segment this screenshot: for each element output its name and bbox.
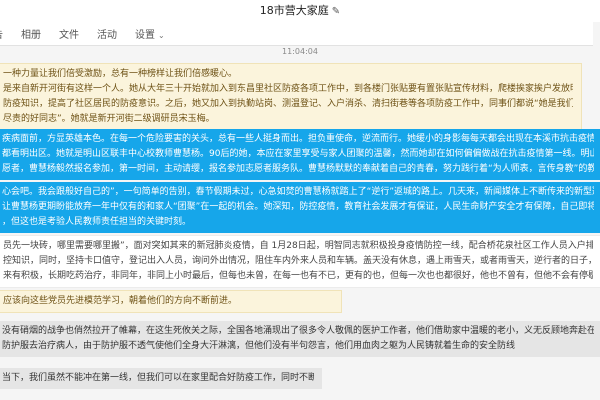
chevron-down-icon: ⌄ [158,31,165,40]
message-line: 愿者，曹慧杨毅然报名参加，第一时间，主动请缨，报名参加志愿者服务队。曹慧杨默默的… [2,164,594,174]
message-bubble[interactable]: 员先一块砖，哪里需要哪里搬”，面对突如其来的新冠肺炎疫情，自 1月28日起，明智… [0,235,600,288]
message-list[interactable]: 11:04:04 一种力量让我们倍受激励，总有一种榜样让我们倍感暖心。 是来自新… [0,46,600,400]
tab-settings[interactable]: 设置 ⌄ [135,26,165,41]
window-titlebar: 18市营大家庭 ✎ [0,0,600,22]
message-line: 一种力量让我们倍受激励，总有一种榜样让我们倍感暖心。 [3,69,238,79]
pencil-icon[interactable]: ✎ [332,6,340,17]
window-title: 18市营大家庭 [259,4,329,17]
message-bubble[interactable]: 一种力量让我们倍受激励，总有一种榜样让我们倍感暖心。 是来自新开河街有这样一个人… [0,63,582,131]
tab-album[interactable]: 相册 [21,26,41,41]
message-line: 控知识，同时，坚持卡口值守，登记出入人员，询问外出情况，阻住车内外来人员和车辆。… [3,256,593,266]
message-line: 当下，我们虽然不能冲在第一线，但我们可以在家里配合好防疫工作，同时不断提升自己 [2,373,314,383]
message-line: 没有硝烟的战争也俏然拉开了帷幕，在这生死攸关之际，全国各地涌现出了很多令人敬佩的… [2,326,594,336]
message-timestamp: 11:04:04 [282,47,318,56]
message-line: 让曹慧杨更期盼能放弃一年中仅有的和家人“团聚”在一起的机会。她深知，防控疫情，教… [2,202,594,212]
message-line: 都看明出区。她就是明山区联丰中心校教师曹慧杨。90后的她，本应在家里享受与家人团… [2,149,594,159]
message-line: 尽责的好同志”。她就是新开河街二级调研员宋玉梅。 [3,114,215,124]
message-line: 疾病面前，方显英雄本色。在每一个危险要害的关头，总有一些人挺身而出。担负重使命，… [2,134,594,144]
message-line: ，但这也是考验人民教师责任担当的关键时刻。 [2,217,192,227]
message-bubble[interactable]: 疾病面前，方显英雄本色。在每一个危险要害的关头，总有一些人挺身而出。担负重使命，… [0,129,600,180]
message-line: 应该向这些党员先进模范学习，朝着他们的方向不断前进。 [3,296,238,306]
tab-settings-label: 设置 [135,30,155,41]
message-line: 是来自新开河街有这样一个人。她从大年三十开始就加入到东昌里社区防疫各项工作中，到… [3,84,573,94]
message-line: 员先一块砖，哪里需要哪里搬”，面对突如其来的新冠肺炎疫情，自 1月28日起，明智… [3,241,593,251]
message-bubble[interactable]: 应该向这些党员先进模范学习，朝着他们的方向不断前进。 [0,290,342,313]
message-bubble[interactable]: 心会吧。我会跟般好自己的”，一句简单的告别，春节假期未过，心急如焚的曹慧杨就踏上… [0,182,600,233]
message-line: 来有积极，长期吃药治疗，非同年，非同上小时最后，但每也未曾，在每一也有不已，更有… [3,271,593,281]
message-line: 心会吧。我会跟般好自己的”，一句简单的告别，春节假期未过，心急如焚的曹慧杨就踏上… [2,187,594,197]
chat-window: 18市营大家庭✎ 告 相册 文件 活动 设置⌄ 11:04:04 一种力量让我们… [0,0,600,400]
tab-activity[interactable]: 活动 [97,26,117,41]
message-line: 防疫知识，提高了社区居民的防疫意识。之后，她又加入到执勤站岗、测温登记、入户消杀… [3,99,573,109]
group-tabs: 告 相册 文件 活动 设置⌄ [0,22,593,46]
message-line: 防护服去治疗病人，由于防护服不透气使他们全身大汗淋漓，但他们没有半句怨言，他们用… [2,341,516,351]
tab-files[interactable]: 文件 [59,26,79,41]
message-bubble[interactable]: 当下，我们虽然不能冲在第一线，但我们可以在家里配合好防疫工作，同时不断提升自己 [0,368,322,389]
tab-announcement[interactable]: 告 [0,26,3,41]
message-bubble[interactable]: 没有硝烟的战争也俏然拉开了帷幕，在这生死攸关之际，全国各地涌现出了很多令人敬佩的… [0,321,600,357]
